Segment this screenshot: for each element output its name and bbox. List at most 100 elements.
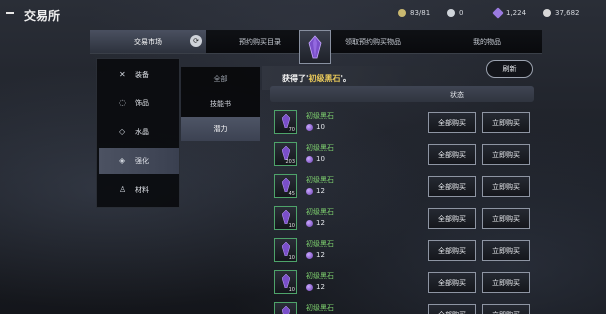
pearl-icon [447,9,455,17]
buy-all-button[interactable]: 全部购买 [428,304,476,314]
category-enhance[interactable]: ◈ 强化 [99,148,179,174]
buy-now-button[interactable]: 立即购买 [482,240,530,261]
category-label: 饰品 [135,99,149,107]
price-value: 12 [316,219,325,227]
medal-icon [398,9,406,17]
buy-all-button[interactable]: 全部购买 [428,112,476,133]
category-label: 水晶 [135,128,149,136]
buy-all-button[interactable]: 全部购买 [428,208,476,229]
refresh-badge-icon[interactable]: ⟳ [190,35,202,47]
notice-item-name: 初级黑石 [308,73,341,83]
subcategory-skill-book[interactable]: 技能书 [181,92,260,116]
medal-value: 83/81 [410,9,431,17]
listing-row: 10 初级黑石 12 全部购买 立即购买 [270,236,540,264]
column-header: 状态 [270,86,534,102]
crystal-coin-icon [306,219,313,227]
tab-label: 预约购买目录 [239,37,281,46]
item-name: 初级黑石 [306,112,334,120]
black-stone-icon [282,274,290,288]
buy-now-button[interactable]: 立即购买 [482,112,530,133]
item-count: 203 [285,159,295,165]
silver-value: 37,682 [555,9,580,17]
tab-label: 我的物品 [473,37,501,46]
item-price: 12 [306,187,325,195]
item-count: 45 [288,191,295,197]
price-value: 12 [316,251,325,259]
tab-claim-reserved[interactable]: 领取预约购买物品 [314,30,432,54]
buy-all-button[interactable]: 全部购买 [428,240,476,261]
medal-resource: 83/81 [398,9,430,17]
black-stone-icon [282,178,290,192]
listing-row: 10 初级黑石 12 全部购买 立即购买 [270,204,540,232]
listing-row: 70 初级黑石 10 全部购买 立即购买 [270,108,540,136]
crystal-gem-icon: ◇ [119,127,126,136]
tab-reservation-list[interactable]: 预约购买目录 [206,30,314,54]
price-value: 12 [316,187,325,195]
buy-all-button[interactable]: 全部购买 [428,144,476,165]
black-stone-icon [282,210,290,224]
item-count: 10 [288,255,295,261]
item-slot[interactable]: 10 [274,206,297,230]
pearl-value: 0 [459,9,464,17]
listing-table: 70 初级黑石 10 全部购买 立即购买 203 初级黑石 10 全部购买 立即… [270,108,540,314]
listing-row: 10 初级黑石 12 全部购买 立即购买 [270,268,540,296]
category-label: 装备 [135,71,149,79]
subcategory-panel: 全部 技能书 潜力 [181,67,260,141]
item-price: 12 [306,219,325,227]
crystal-coin-icon [306,283,313,291]
buy-all-button[interactable]: 全部购买 [428,176,476,197]
item-price: 12 [306,283,325,291]
buy-now-button[interactable]: 立即购买 [482,272,530,293]
item-name: 初级黑石 [306,272,334,280]
crystal-coin-icon [306,123,313,131]
buy-now-button[interactable]: 立即购买 [482,208,530,229]
item-slot[interactable] [274,302,297,314]
item-name: 初级黑石 [306,176,334,184]
status-column-label: 状态 [450,91,464,99]
pearl-resource: 0 [447,9,463,17]
item-slot[interactable]: 10 [274,270,297,294]
buy-now-button[interactable]: 立即购买 [482,144,530,165]
buy-all-button[interactable]: 全部购买 [428,272,476,293]
tab-market[interactable]: 交易市场 ⟳ [90,30,206,54]
back-icon[interactable] [6,12,14,14]
crossed-swords-icon: ✕ [119,70,126,79]
item-count: 10 [288,223,295,229]
buy-now-button[interactable]: 立即购买 [482,304,530,314]
price-value: 12 [316,283,325,291]
category-crystal[interactable]: ◇ 水晶 [99,119,179,145]
listing-row: 45 初级黑石 12 全部购买 立即购买 [270,172,540,200]
category-label: 强化 [135,157,149,165]
item-name: 初级黑石 [306,208,334,216]
category-materials[interactable]: ♙ 材料 [99,177,179,203]
page-title: 交易所 [24,9,61,23]
item-slot[interactable]: 10 [274,238,297,262]
crystal-coin-icon [306,251,313,259]
item-count: 10 [288,287,295,293]
item-slot[interactable]: 45 [274,174,297,198]
crystal-icon [492,7,504,19]
tab-my-items[interactable]: 我的物品 [432,30,542,54]
subcategory-potential[interactable]: 潜力 [181,117,260,141]
item-name: 初级黑石 [306,144,334,152]
top-bar: 交易所 83/81 0 1,224 37,682 [0,0,606,28]
category-panel: ✕ 装备 ◌ 饰品 ◇ 水晶 ◈ 强化 ♙ 材料 [96,58,180,208]
refresh-button[interactable]: 刷新 [486,60,533,78]
item-slot[interactable]: 70 [274,110,297,134]
category-accessories[interactable]: ◌ 饰品 [99,90,179,116]
black-stone-icon [282,242,290,256]
black-stone-icon [282,306,290,314]
crystal-coin-icon [306,155,313,163]
price-value: 10 [316,123,325,131]
ring-icon: ◌ [119,98,126,107]
black-stone-icon [299,30,331,64]
item-price: 12 [306,251,325,259]
item-name: 初级黑石 [306,304,334,312]
potion-icon: ♙ [119,185,127,194]
item-slot[interactable]: 203 [274,142,297,166]
buy-now-button[interactable]: 立即购买 [482,176,530,197]
black-stone-icon [282,146,290,160]
subcategory-all[interactable]: 全部 [181,67,260,91]
category-equipment[interactable]: ✕ 装备 [99,62,179,88]
category-label: 材料 [135,186,149,194]
